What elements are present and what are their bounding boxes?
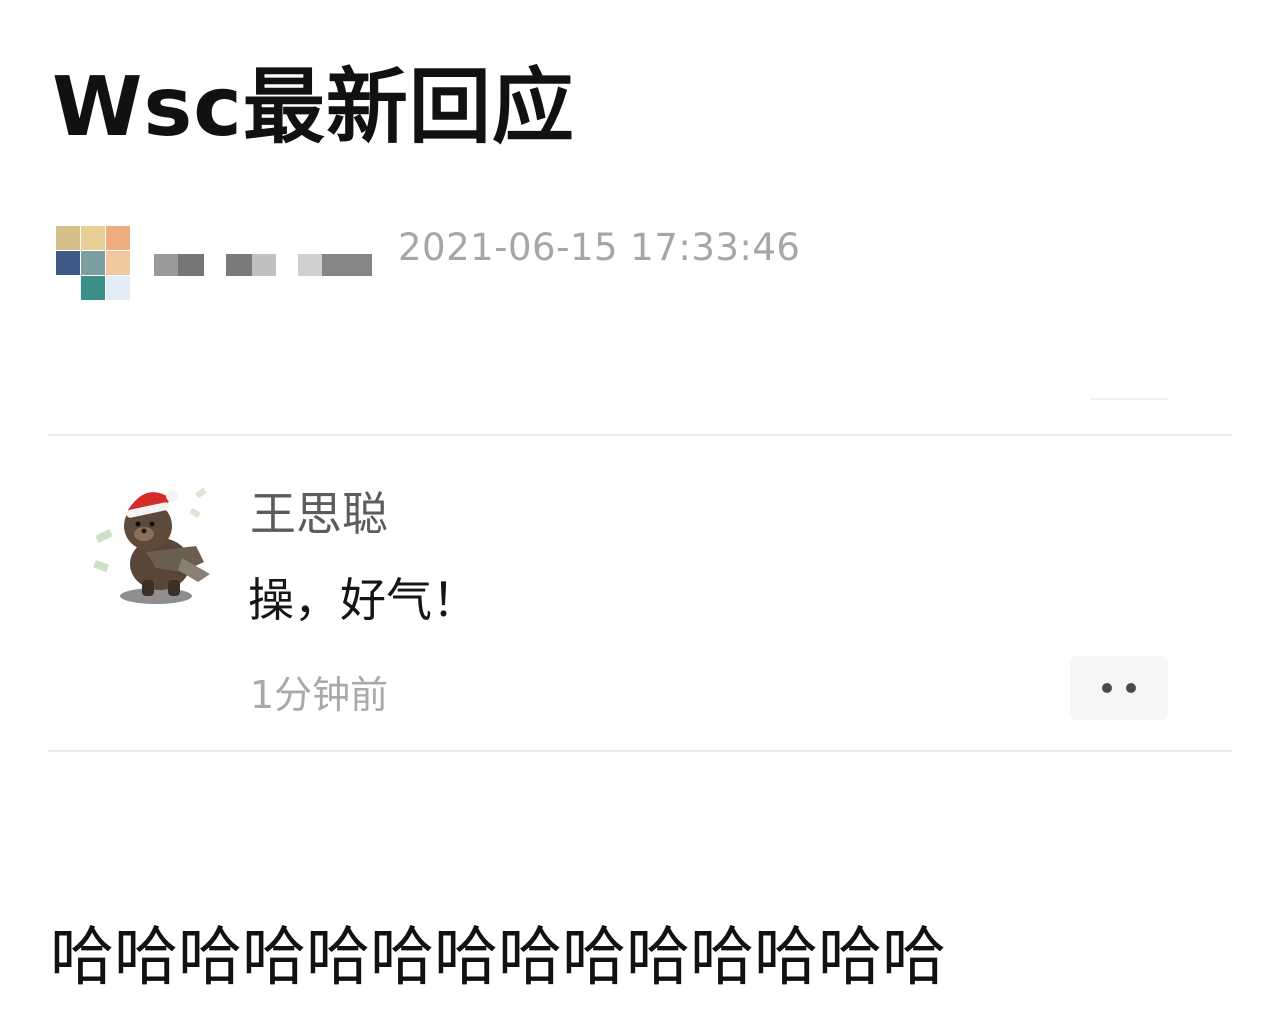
caption-text: 哈哈哈哈哈哈哈哈哈哈哈哈哈哈	[50, 921, 946, 995]
avatar-leg	[142, 580, 154, 596]
pixelated-avatar-icon[interactable]	[56, 226, 132, 302]
post-timestamp: 2021-06-15 17:33:46	[398, 226, 801, 269]
avatar-nose	[141, 528, 147, 534]
avatar-bill	[195, 488, 207, 498]
more-dots-icon	[1126, 683, 1136, 693]
comment-item: 王思聪 操，好气！ 1分钟前	[86, 470, 1186, 730]
avatar-hat-pom	[166, 490, 178, 502]
more-options-button[interactable]	[1070, 656, 1168, 720]
redacted-block	[298, 254, 372, 276]
comment-time: 1分钟前	[250, 673, 389, 717]
redacted-block	[154, 254, 204, 276]
faint-divider	[1090, 398, 1168, 400]
avatar-leg	[168, 580, 180, 596]
divider	[48, 750, 1232, 752]
brown-bear-santa-hat-avatar-icon[interactable]	[86, 476, 222, 612]
commenter-name[interactable]: 王思聪	[250, 478, 388, 544]
post-author-row: 2021-06-15 17:33:46	[56, 226, 816, 302]
avatar-bill	[189, 508, 201, 518]
redacted-author-name[interactable]	[154, 254, 372, 276]
redacted-block	[226, 254, 276, 276]
avatar-ground	[120, 588, 192, 604]
avatar-eye	[149, 521, 155, 527]
divider	[48, 434, 1232, 436]
comment-text: 操，好气！	[248, 573, 478, 627]
avatar-eye	[135, 521, 141, 527]
page-headline: Wsc最新回应	[52, 60, 575, 155]
avatar-bill	[93, 560, 109, 572]
avatar-bill	[95, 529, 113, 543]
more-dots-icon	[1102, 683, 1112, 693]
